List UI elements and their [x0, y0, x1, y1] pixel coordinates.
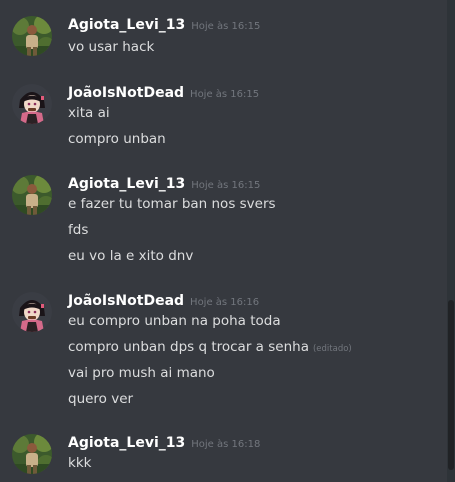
message-timestamp: Hoje às 16:15 — [191, 180, 261, 191]
message-text-edited: compro unban dps q trocar a senha (editad… — [68, 337, 352, 359]
message-text: eu vo la e xito dnv — [68, 248, 194, 264]
message-timestamp: Hoje às 16:16 — [190, 297, 260, 308]
message-group: JoãoIsNotDead Hoje às 16:15 xita ai compr… — [0, 82, 447, 152]
jungle-tourist-avatar[interactable] — [12, 175, 52, 215]
message-group: Agiota_Levi_13 Hoje às 16:15 vo usar hack — [0, 14, 447, 56]
scrollbar-thumb[interactable] — [448, 300, 454, 470]
message-author[interactable]: Agiota_Levi_13 — [68, 435, 185, 451]
message-text: kkk — [68, 455, 92, 471]
message-author[interactable]: Agiota_Levi_13 — [68, 17, 185, 33]
message-text: vo usar hack — [68, 39, 155, 55]
message-group: Agiota_Levi_13 Hoje às 16:15 e fazer tu t… — [0, 173, 447, 267]
anime-demon-slayer-avatar[interactable] — [12, 292, 52, 332]
edited-label: (editado) — [312, 344, 352, 354]
anime-demon-slayer-avatar[interactable] — [12, 84, 52, 124]
jungle-tourist-avatar[interactable] — [12, 16, 52, 56]
message-text: e fazer tu tomar ban nos svers — [68, 196, 276, 212]
message-text: xita ai — [68, 105, 110, 121]
scrollbar[interactable] — [447, 0, 455, 482]
jungle-tourist-avatar[interactable] — [12, 434, 52, 474]
message-text: quero ver — [68, 391, 134, 407]
message-author[interactable]: Agiota_Levi_13 — [68, 176, 185, 192]
message-text: compro unban — [68, 131, 166, 147]
message-timestamp: Hoje às 16:15 — [190, 89, 260, 100]
message-author[interactable]: JoãoIsNotDead — [68, 85, 184, 101]
message-timestamp: Hoje às 16:15 — [191, 21, 261, 32]
message-text: eu compro unban na poha toda — [68, 313, 281, 329]
message-text: compro unban dps q trocar a senha — [68, 339, 309, 355]
message-text: vai pro mush ai mano — [68, 365, 215, 381]
message-group: JoãoIsNotDead Hoje às 16:16 eu compro unb… — [0, 290, 447, 410]
message-group: Agiota_Levi_13 Hoje às 16:18 kkk — [0, 432, 447, 476]
message-text: fds — [68, 222, 89, 238]
message-timestamp: Hoje às 16:18 — [191, 439, 261, 450]
message-list[interactable]: Agiota_Levi_13 Hoje às 16:15 vo usar hack… — [0, 0, 447, 482]
message-author[interactable]: JoãoIsNotDead — [68, 293, 184, 309]
